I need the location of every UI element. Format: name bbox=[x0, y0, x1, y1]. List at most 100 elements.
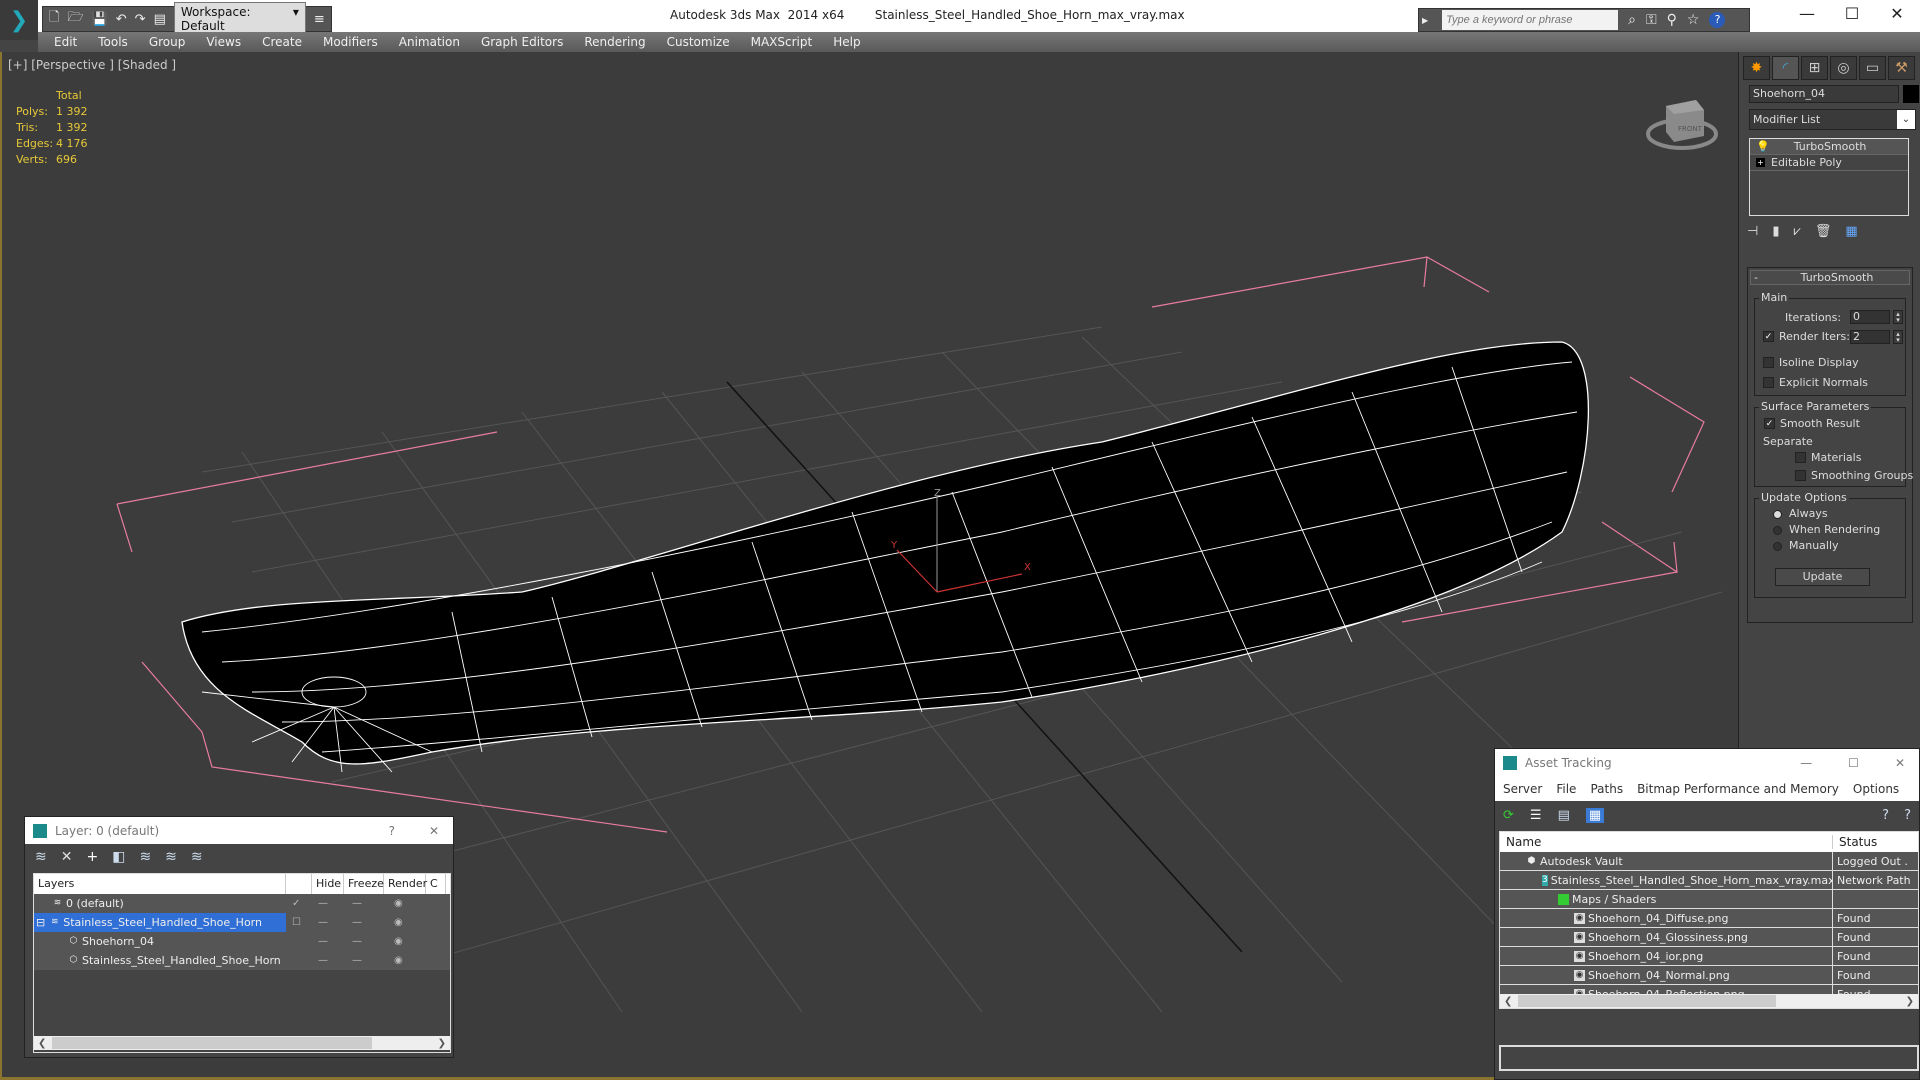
menu-graph-editors[interactable]: Graph Editors bbox=[481, 35, 563, 49]
key-icon[interactable]: ⚿ bbox=[1646, 12, 1657, 28]
motion-tab-icon[interactable]: ◎ bbox=[1830, 56, 1857, 80]
stack-item-editable-poly[interactable]: + Editable Poly bbox=[1750, 155, 1908, 171]
col-name[interactable]: Name bbox=[1500, 835, 1833, 849]
scrollbar-thumb[interactable] bbox=[52, 1037, 372, 1049]
collapse-icon[interactable]: ⊟ bbox=[36, 916, 45, 929]
new-layer-icon[interactable]: ≋ bbox=[35, 849, 47, 865]
refresh-icon[interactable]: ⟳ bbox=[1503, 808, 1514, 823]
menu-animation[interactable]: Animation bbox=[399, 35, 460, 49]
search-input[interactable] bbox=[1442, 10, 1619, 30]
freeze-toggle[interactable]: — bbox=[352, 917, 362, 928]
render-iters-checkbox[interactable]: ✓ bbox=[1763, 331, 1774, 342]
render-iters-spinner[interactable]: 2 bbox=[1850, 330, 1890, 344]
remove-modifier-icon[interactable]: 🗑 bbox=[1815, 224, 1832, 239]
binoculars-icon[interactable]: ⌕ bbox=[1628, 12, 1636, 28]
modify-tab-icon[interactable]: ◜ bbox=[1772, 56, 1799, 80]
hide-toggle[interactable]: — bbox=[318, 898, 328, 909]
maximize-button[interactable]: ☐ bbox=[1848, 756, 1859, 770]
save-icon[interactable]: 💾 bbox=[92, 12, 108, 27]
asset-dialog-titlebar[interactable]: Asset Tracking — ☐ ✕ bbox=[1495, 749, 1919, 776]
asset-row[interactable]: ◉ Shoehorn_04_Normal.png Found bbox=[1500, 966, 1918, 985]
whats-this-icon[interactable]: ? bbox=[1904, 808, 1911, 823]
hide-toggle[interactable]: — bbox=[318, 955, 328, 966]
asset-menu-paths[interactable]: Paths bbox=[1590, 782, 1623, 796]
isoline-display-checkbox[interactable] bbox=[1763, 357, 1774, 368]
scroll-right-icon[interactable]: ❯ bbox=[1906, 996, 1914, 1007]
close-button[interactable]: ✕ bbox=[429, 824, 439, 838]
menu-rendering[interactable]: Rendering bbox=[584, 35, 645, 49]
smoothing-groups-checkbox[interactable] bbox=[1795, 470, 1806, 481]
asset-row[interactable]: ◉ Shoehorn_04_ior.png Found bbox=[1500, 947, 1918, 966]
open-file-icon[interactable]: 🗁 bbox=[67, 8, 83, 30]
render-iters-spinner-arrows[interactable]: ▴ ▾ bbox=[1893, 330, 1903, 344]
hide-toggle[interactable]: — bbox=[318, 936, 328, 947]
asset-row[interactable]: 3 Stainless_Steel_Handled_Shoe_Horn_max_v… bbox=[1500, 871, 1918, 890]
star-icon[interactable]: ☆ bbox=[1687, 12, 1700, 28]
scroll-left-icon[interactable]: ❮ bbox=[1504, 996, 1512, 1007]
explicit-normals-checkbox[interactable] bbox=[1763, 377, 1774, 388]
viewcube[interactable]: FRONT bbox=[1642, 84, 1722, 154]
menu-create[interactable]: Create bbox=[262, 35, 302, 49]
horizontal-scrollbar[interactable]: ❮ ❯ bbox=[34, 1036, 450, 1050]
select-layer-icon[interactable]: ≋ bbox=[139, 849, 151, 865]
layer-row[interactable]: ⬡ Stainless_Steel_Handled_Shoe_Horn — — ◉ bbox=[34, 951, 450, 970]
show-end-result-icon[interactable]: ▮ bbox=[1772, 224, 1779, 239]
layer-row[interactable]: ⬡ Shoehorn_04 — — ◉ bbox=[34, 932, 450, 951]
app-menu-button[interactable]: ❯ bbox=[0, 0, 38, 40]
undo-icon[interactable]: ↶ bbox=[116, 12, 127, 27]
menu-views[interactable]: Views bbox=[206, 35, 241, 49]
menu-tools[interactable]: Tools bbox=[98, 35, 128, 49]
help-button[interactable]: ? bbox=[389, 824, 395, 838]
layer-dialog-titlebar[interactable]: Layer: 0 (default) ? ✕ bbox=[25, 817, 453, 844]
table-view-icon[interactable]: ▦ bbox=[1585, 807, 1605, 823]
freeze-toggle[interactable]: — bbox=[352, 936, 362, 947]
viewport-label-menu[interactable]: [+] [Perspective ] [Shaded ] bbox=[8, 58, 176, 72]
hide-toggle[interactable]: — bbox=[318, 917, 328, 928]
scrollbar-thumb[interactable] bbox=[1518, 995, 1776, 1007]
layer-row[interactable]: ≋ 0 (default) ✓ — — ◉ bbox=[34, 894, 450, 913]
layer-row[interactable]: ⊟ ≋ Stainless_Steel_Handled_Shoe_Horn ☐ — … bbox=[34, 913, 450, 932]
layer-settings-icon[interactable]: ≋ bbox=[191, 849, 203, 865]
close-button[interactable]: ✕ bbox=[1895, 756, 1905, 770]
asset-menu-bitmap-performance[interactable]: Bitmap Performance and Memory bbox=[1637, 782, 1839, 796]
asset-menu-file[interactable]: File bbox=[1556, 782, 1576, 796]
menu-edit[interactable]: Edit bbox=[54, 35, 77, 49]
col-hide[interactable]: Hide bbox=[312, 874, 344, 894]
asset-row[interactable]: ⬢ Autodesk Vault Logged Out . bbox=[1500, 852, 1918, 871]
scroll-right-icon[interactable]: ❯ bbox=[438, 1038, 446, 1049]
asset-menu-options[interactable]: Options bbox=[1853, 782, 1899, 796]
update-when-rendering-radio[interactable] bbox=[1773, 526, 1782, 535]
smooth-result-checkbox[interactable]: ✓ bbox=[1764, 418, 1775, 429]
iterations-spinner-arrows[interactable]: ▴ ▾ bbox=[1893, 310, 1903, 324]
update-manually-radio[interactable] bbox=[1773, 542, 1782, 551]
col-layers[interactable]: Layers bbox=[34, 874, 286, 894]
project-folder-icon[interactable]: ▤ bbox=[154, 12, 166, 27]
add-to-layer-icon[interactable]: + bbox=[86, 849, 98, 865]
rollout-header[interactable]: - TurboSmooth bbox=[1750, 270, 1910, 285]
utilities-tab-icon[interactable]: ⚒ bbox=[1888, 56, 1915, 80]
col-render[interactable]: Render bbox=[384, 874, 427, 894]
object-color-swatch[interactable] bbox=[1903, 85, 1919, 103]
lightbulb-icon[interactable]: 💡 bbox=[1756, 140, 1770, 153]
display-tab-icon[interactable]: ▭ bbox=[1859, 56, 1886, 80]
make-unique-icon[interactable]: ⩗ bbox=[1793, 224, 1800, 239]
highlight-layer-icon[interactable]: ≋ bbox=[165, 849, 177, 865]
render-toggle[interactable]: ◉ bbox=[394, 898, 403, 909]
expand-icon[interactable]: + bbox=[1756, 158, 1765, 167]
delete-layer-icon[interactable]: ✕ bbox=[61, 849, 73, 865]
scroll-left-icon[interactable]: ❮ bbox=[38, 1038, 46, 1049]
active-layer-check[interactable]: ✓ bbox=[292, 898, 300, 909]
close-button[interactable]: ✕ bbox=[1882, 4, 1912, 23]
active-layer-check[interactable]: ☐ bbox=[292, 917, 301, 928]
asset-row[interactable]: Maps / Shaders bbox=[1500, 890, 1918, 909]
menu-modifiers[interactable]: Modifiers bbox=[323, 35, 378, 49]
col-color[interactable]: C bbox=[426, 874, 446, 894]
maximize-button[interactable]: ☐ bbox=[1837, 4, 1867, 23]
expand-search-icon[interactable]: ▶ bbox=[1422, 16, 1428, 25]
horizontal-scrollbar[interactable]: ❮ ❯ bbox=[1500, 994, 1918, 1008]
asset-row[interactable]: ◉ Shoehorn_04_Glossiness.png Found bbox=[1500, 928, 1918, 947]
asset-row[interactable]: ◉ Shoehorn_04_Diffuse.png Found bbox=[1500, 909, 1918, 928]
modifier-list-dropdown[interactable]: Modifier List ⌄ bbox=[1749, 109, 1916, 130]
redo-icon[interactable]: ↷ bbox=[135, 12, 146, 27]
render-toggle[interactable]: ◉ bbox=[394, 917, 403, 928]
